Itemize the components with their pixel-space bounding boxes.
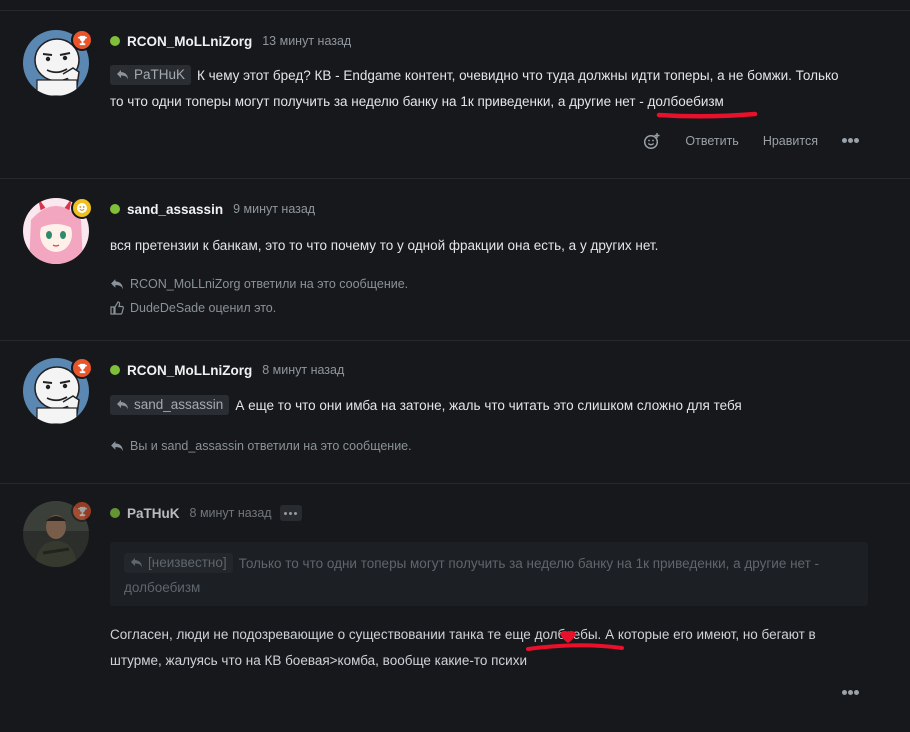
author-name[interactable]: sand_assassin <box>127 202 223 217</box>
quote-reference[interactable]: [неизвестно] <box>124 552 233 573</box>
activity-replied[interactable]: RCON_MoLLniZorg ответили на это сообщени… <box>110 277 408 291</box>
smile-icon <box>71 197 93 219</box>
post-meta: PaTHuK 8 минут назад <box>110 504 302 522</box>
post-text: вся претензии к банкам, это то что почем… <box>110 238 659 253</box>
quote-text-line-2: долбоебизм <box>124 580 201 595</box>
post-text-line-1: Согласен, люди не подозревающие о сущест… <box>110 627 816 642</box>
post-text-line-2: штурме, жалуясь что на КВ боевая>комба, … <box>110 653 528 668</box>
author-name[interactable]: RCON_MoLLniZorg <box>127 363 252 378</box>
trophy-icon <box>71 500 93 522</box>
post-time[interactable]: 8 минут назад <box>190 506 272 520</box>
post-time[interactable]: 9 минут назад <box>233 202 315 216</box>
reply-arrow-icon <box>117 70 128 80</box>
activity-replied-text: Вы и sand_assassin ответили на это сообщ… <box>130 439 412 453</box>
online-status-icon <box>110 36 120 46</box>
post-time[interactable]: 13 минут назад <box>262 34 351 48</box>
author-name[interactable]: RCON_MoLLniZorg <box>127 34 252 49</box>
post-2: sand_assassin 9 минут назад вся претензи… <box>0 178 910 340</box>
quote-author: sand_assassin <box>134 396 224 412</box>
post-body: вся претензии к банкам, это то что почем… <box>110 233 870 259</box>
quoted-message[interactable]: [неизвестно] Только то что одни топеры м… <box>110 542 868 606</box>
post-meta: RCON_MoLLniZorg 13 минут назад <box>110 32 351 50</box>
thumbs-up-icon <box>110 301 124 315</box>
quote-reference[interactable]: sand_assassin <box>110 394 230 415</box>
like-button[interactable]: Нравится <box>763 134 818 148</box>
author-name[interactable]: PaTHuK <box>127 506 180 521</box>
activity-liked-text: DudeDeSade оценил это. <box>130 301 277 315</box>
more-options-icon[interactable] <box>842 138 860 144</box>
post-meta: sand_assassin 9 минут назад <box>110 200 315 218</box>
post-actions: Ответить Нравится <box>643 132 860 150</box>
post-actions <box>842 690 860 696</box>
quote-reference[interactable]: PaTHuK <box>110 64 192 85</box>
post-time[interactable]: 8 минут назад <box>262 363 344 377</box>
post-body: sand_assassin А еще то что они имба на з… <box>110 393 870 419</box>
post-1: RCON_MoLLniZorg 13 минут назад PaTHuK К … <box>0 10 910 180</box>
activity-liked[interactable]: DudeDeSade оценил это. <box>110 301 276 315</box>
post-body: PaTHuK К чему этот бред? КВ - Endgame ко… <box>110 63 870 115</box>
more-options-icon <box>284 511 298 515</box>
message-thread: RCON_MoLLniZorg 13 минут назад PaTHuK К … <box>0 0 910 732</box>
quote-author: PaTHuK <box>134 66 186 82</box>
reply-arrow-icon <box>131 558 142 568</box>
post-4: PaTHuK 8 минут назад [неизвестно] Только… <box>0 483 910 732</box>
activity-replied-text: RCON_MoLLniZorg ответили на это сообщени… <box>130 277 409 291</box>
online-status-icon <box>110 365 120 375</box>
reply-arrow-icon <box>117 400 128 410</box>
post-3: RCON_MoLLniZorg 8 минут назад sand_assas… <box>0 340 910 483</box>
post-body: Согласен, люди не подозревающие о сущест… <box>110 622 870 674</box>
trophy-icon <box>71 357 93 379</box>
post-text-line-2: то что одни топеры могут получить за нед… <box>110 94 724 109</box>
post-meta: RCON_MoLLniZorg 8 минут назад <box>110 361 344 379</box>
online-status-icon <box>110 508 120 518</box>
trophy-icon <box>71 29 93 51</box>
post-text-line-1: К чему этот бред? КВ - Endgame контент, … <box>197 68 839 83</box>
quote-text-line-1: Только то что одни топеры могут получить… <box>238 556 820 571</box>
post-menu-button[interactable] <box>279 505 302 521</box>
post-text: А еще то что они имба на затоне, жаль чт… <box>235 398 742 413</box>
online-status-icon <box>110 204 120 214</box>
activity-replied[interactable]: Вы и sand_assassin ответили на это сообщ… <box>110 439 412 453</box>
more-options-icon[interactable] <box>842 690 860 696</box>
reply-arrow-icon <box>111 441 123 452</box>
reply-button[interactable]: Ответить <box>685 134 738 148</box>
quote-author: [неизвестно] <box>148 554 227 570</box>
add-reaction-icon[interactable] <box>643 132 661 150</box>
reply-arrow-icon <box>111 279 123 290</box>
